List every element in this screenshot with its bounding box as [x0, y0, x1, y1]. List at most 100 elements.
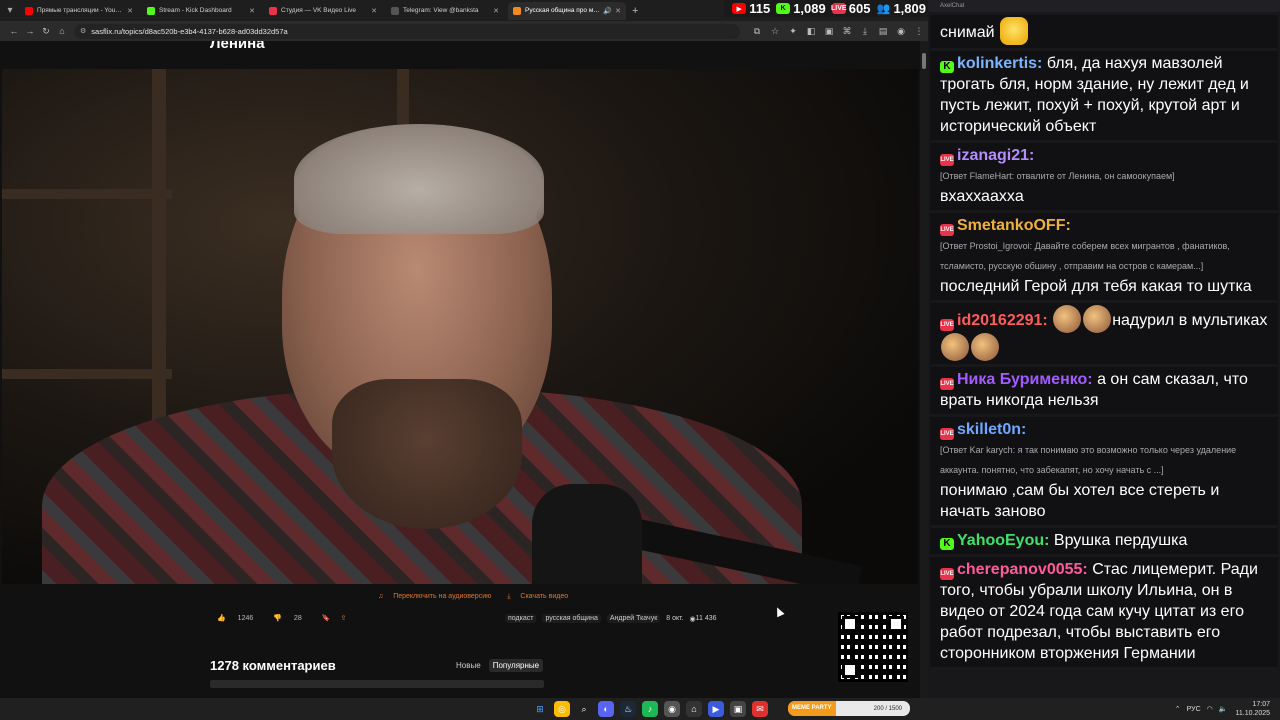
url-field[interactable]: ⚙ sasflix.ru/topics/d8ac520b-e3b4-4137-b…: [74, 23, 740, 39]
video-player[interactable]: [2, 69, 918, 584]
chat-text: Врушка пердушка: [1053, 532, 1188, 549]
qr-finder: [842, 662, 858, 678]
clock[interactable]: 17:07 11.10.2025: [1235, 700, 1270, 718]
chevron-up-icon[interactable]: ⌃: [1175, 705, 1181, 713]
share-icon[interactable]: ⇪: [340, 614, 346, 622]
stat-vk: LIVE 605: [830, 1, 870, 16]
kick-icon: [147, 6, 155, 15]
video-meta: подкаст русская община Андрей Ткачук 8 о…: [505, 614, 723, 623]
tab-kick[interactable]: Stream - Kick Dashboard ✕: [142, 2, 260, 20]
bookmark-star-icon[interactable]: ☆: [766, 26, 784, 37]
stat-value: 1,809: [893, 1, 926, 16]
vk-live-icon: LIVE: [830, 3, 847, 14]
chat-username[interactable]: kolinkertis:: [957, 55, 1042, 72]
app-icon[interactable]: ✉: [752, 701, 768, 717]
sort-popular-tab[interactable]: Популярные: [488, 659, 544, 672]
close-icon[interactable]: ✕: [493, 7, 499, 15]
spotify-icon[interactable]: ♪: [642, 701, 658, 717]
gamepad-icon[interactable]: ⌂: [686, 701, 702, 717]
windows-start-icon[interactable]: ⊞: [532, 701, 548, 717]
thumbs-down-icon: 👎: [273, 615, 284, 622]
chat-window-title: AxelChat: [928, 0, 1280, 12]
smiley-emote-icon: [1000, 17, 1029, 45]
download-video-link[interactable]: ⤓ Скачать видео: [507, 593, 576, 601]
taskbar-apps: ⊞ ◎ ⌕ ◐ ♨ ♪ ◉ ⌂ ▶ ▣ ✉: [532, 701, 774, 717]
menu-icon[interactable]: ⋮: [910, 26, 928, 37]
home-icon[interactable]: ⌂: [54, 26, 70, 36]
site-info-icon[interactable]: ⚙: [80, 27, 86, 35]
chat-username[interactable]: YahooEyou:: [957, 532, 1049, 549]
tab-vk[interactable]: Студия — VK Видео Live ✕: [264, 2, 382, 20]
speaker-icon[interactable]: 🔊: [603, 7, 612, 15]
comments-title: 1278 комментариев: [210, 658, 336, 673]
app-icon[interactable]: ▣: [730, 701, 746, 717]
page-scrollbar[interactable]: [920, 41, 928, 698]
tag-chip[interactable]: русская община: [542, 614, 601, 623]
discord-icon[interactable]: ◐: [598, 701, 614, 717]
sasflix-icon: [513, 6, 521, 15]
mouse-cursor: [773, 605, 785, 618]
profile-icon[interactable]: ◉: [892, 26, 910, 37]
url-text: sasflix.ru/topics/d8ac520b-e3b4-4137-b62…: [91, 26, 288, 36]
chat-username[interactable]: Ника Бурименко:: [957, 371, 1093, 388]
comment-input[interactable]: [210, 680, 544, 688]
shelf: [2, 369, 172, 379]
sort-new-tab[interactable]: Новые: [452, 659, 485, 672]
author-chip[interactable]: Андрей Ткачук: [606, 614, 661, 623]
chat-message-list[interactable]: снимай Kkolinkertis: бля, да нахуя мавзо…: [928, 15, 1280, 667]
back-icon[interactable]: ←: [6, 26, 22, 36]
wifi-icon[interactable]: ◠: [1207, 705, 1213, 713]
dislike-button[interactable]: 👎 28: [273, 614, 311, 622]
download-icon[interactable]: ⤓: [856, 26, 874, 37]
scrollbar-thumb[interactable]: [922, 53, 926, 69]
forward-icon[interactable]: →: [22, 26, 38, 36]
language-indicator[interactable]: РУС: [1187, 706, 1201, 713]
extension-icon[interactable]: ◧: [802, 26, 820, 37]
chat-username[interactable]: id20162291:: [957, 312, 1048, 329]
tab-label: Прямые трансляции - YouTube: [37, 7, 125, 14]
chat-username[interactable]: cherepanov0055:: [957, 561, 1088, 578]
volume-icon[interactable]: 🔈: [1219, 705, 1228, 713]
audio-version-link[interactable]: ♫ Переключить на аудиоверсию: [378, 593, 499, 601]
stat-value: 1,089: [793, 1, 826, 16]
kick-badge-icon: K: [940, 538, 954, 550]
search-icon[interactable]: ⌕: [576, 701, 592, 717]
stat-youtube: ▶ 115: [732, 1, 770, 16]
extension-icon[interactable]: ✦: [784, 26, 802, 37]
chat-username[interactable]: skillet0n:: [957, 421, 1026, 438]
download-icon: ⤓: [507, 593, 513, 600]
extensions-puzzle-icon[interactable]: ⌘: [838, 26, 856, 37]
browser-window: ▾ Прямые трансляции - YouTube ✕ Stream -…: [0, 0, 928, 698]
close-icon[interactable]: ✕: [249, 7, 255, 15]
close-icon[interactable]: ✕: [127, 7, 133, 15]
chrome-icon[interactable]: ◎: [554, 701, 570, 717]
bookmark-icon[interactable]: 🔖: [322, 614, 331, 622]
youtube-icon: ▶: [732, 3, 747, 14]
globe-icon: [391, 6, 399, 15]
extension-icon[interactable]: ▣: [820, 26, 838, 37]
like-button[interactable]: 👍 1246: [217, 614, 263, 622]
meme-party-widget[interactable]: MEME PARTY 200 / 1500: [788, 701, 910, 716]
steam-icon[interactable]: ♨: [620, 701, 636, 717]
tab-youtube[interactable]: Прямые трансляции - YouTube ✕: [20, 2, 138, 20]
clock-time: 17:07: [1252, 701, 1270, 708]
tab-sasflix[interactable]: Русская община про миг... 🔊 ✕: [508, 1, 626, 20]
sidebar-icon[interactable]: ▤: [874, 26, 892, 37]
chat-username[interactable]: SmetankoOFF:: [957, 217, 1071, 234]
player-icon[interactable]: ▶: [708, 701, 724, 717]
obs-icon[interactable]: ◉: [664, 701, 680, 717]
tag-chip[interactable]: подкаст: [505, 614, 537, 623]
stat-kick: K 1,089: [776, 1, 826, 16]
new-tab-button[interactable]: +: [632, 5, 638, 17]
close-icon[interactable]: ✕: [371, 7, 377, 15]
close-icon[interactable]: ✕: [615, 7, 621, 15]
tab-telegram[interactable]: Telegram: View @banksta ✕: [386, 2, 504, 20]
viewers-icon: 👥: [876, 3, 891, 15]
reload-icon[interactable]: ↻: [38, 26, 54, 37]
thumbs-up-icon: 👍: [217, 615, 228, 622]
chat-username[interactable]: izanagi21:: [957, 147, 1034, 164]
install-icon[interactable]: ⧉: [748, 26, 766, 37]
vk-live-badge-icon: LIVE: [940, 428, 954, 440]
chat-message: LIVE Ника Бурименко: а он сам сказал, что…: [930, 367, 1278, 414]
tab-search-icon[interactable]: ▾: [4, 5, 16, 16]
